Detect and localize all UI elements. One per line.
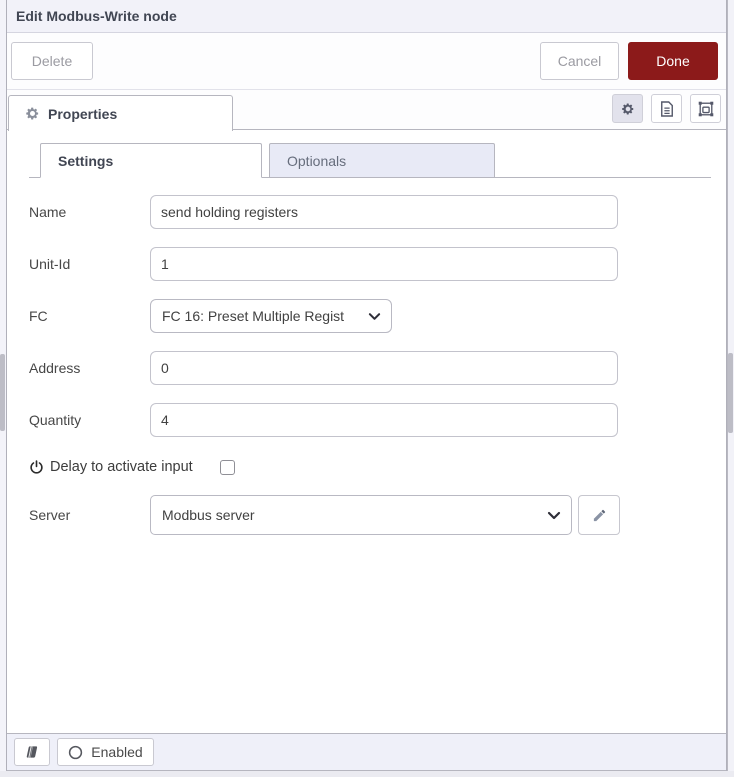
address-label: Address — [29, 360, 150, 376]
address-input[interactable] — [150, 351, 618, 385]
settings-form: Name Unit-Id FC FC 16: Preset Multiple R… — [29, 178, 711, 535]
properties-actions — [612, 94, 721, 123]
book-icon — [25, 745, 39, 759]
address-row: Address — [29, 351, 711, 385]
unit-id-label: Unit-Id — [29, 256, 150, 272]
delete-button[interactable]: Delete — [11, 42, 93, 80]
chevron-down-icon — [368, 312, 381, 321]
delay-label: Delay to activate input — [50, 459, 193, 475]
settings-tabs: Settings Optionals — [29, 143, 711, 178]
quantity-row: Quantity — [29, 403, 711, 437]
gear-icon — [621, 102, 635, 116]
unit-id-input[interactable] — [150, 247, 618, 281]
circle-icon — [68, 745, 83, 760]
server-select[interactable]: Modbus server — [150, 495, 572, 535]
server-edit-button[interactable] — [578, 495, 620, 535]
node-red-edit-dialog-screen: Edit Modbus-Write node Delete Cancel Don… — [0, 0, 734, 777]
unit-id-row: Unit-Id — [29, 247, 711, 281]
tab-settings[interactable]: Settings — [40, 143, 262, 178]
quantity-input[interactable] — [150, 403, 618, 437]
power-icon — [29, 459, 44, 475]
dialog-footer: Enabled — [7, 733, 726, 771]
fc-row: FC FC 16: Preset Multiple Regist — [29, 299, 711, 333]
bottom-edge-strip — [0, 771, 734, 777]
chevron-down-icon — [547, 511, 561, 520]
dialog-title: Edit Modbus-Write node — [16, 8, 177, 24]
left-scrollbar-thumb[interactable] — [0, 354, 5, 431]
description-view-button[interactable] — [651, 94, 682, 123]
fc-label: FC — [29, 308, 150, 324]
edit-node-dialog: Edit Modbus-Write node Delete Cancel Don… — [6, 0, 727, 771]
enabled-toggle-button[interactable]: Enabled — [57, 738, 154, 766]
dialog-content: Settings Optionals Name Unit-Id FC — [7, 130, 726, 733]
fc-select-value: FC 16: Preset Multiple Regist — [162, 308, 344, 324]
properties-tab-row: Properties — [7, 90, 726, 130]
tab-optionals-label: Optionals — [287, 153, 346, 169]
select-nodes-button[interactable] — [690, 94, 721, 123]
server-row: Server Modbus server — [29, 495, 711, 535]
properties-view-button[interactable] — [612, 94, 643, 123]
dialog-header: Edit Modbus-Write node — [7, 0, 726, 33]
server-label: Server — [29, 507, 150, 523]
right-scrollbar-thumb[interactable] — [728, 353, 733, 433]
fc-select[interactable]: FC 16: Preset Multiple Regist — [150, 299, 392, 333]
tab-optionals[interactable]: Optionals — [269, 143, 495, 178]
server-select-value: Modbus server — [162, 507, 255, 523]
name-input[interactable] — [150, 195, 618, 229]
node-info-button[interactable] — [14, 738, 50, 766]
done-button[interactable]: Done — [628, 42, 718, 80]
tab-settings-label: Settings — [58, 153, 113, 169]
delay-checkbox[interactable] — [220, 460, 235, 475]
gear-icon — [25, 106, 40, 121]
name-label: Name — [29, 204, 150, 220]
dialog-toolbar: Delete Cancel Done — [7, 33, 726, 90]
tab-properties[interactable]: Properties — [8, 95, 233, 131]
quantity-label: Quantity — [29, 412, 150, 428]
pencil-icon — [592, 508, 607, 523]
select-nodes-icon — [698, 101, 714, 117]
properties-tab-label: Properties — [48, 106, 117, 122]
delay-row: Delay to activate input — [29, 455, 711, 479]
name-row: Name — [29, 195, 711, 229]
enabled-label: Enabled — [91, 744, 142, 760]
doc-icon — [660, 101, 674, 117]
cancel-button[interactable]: Cancel — [540, 42, 619, 80]
